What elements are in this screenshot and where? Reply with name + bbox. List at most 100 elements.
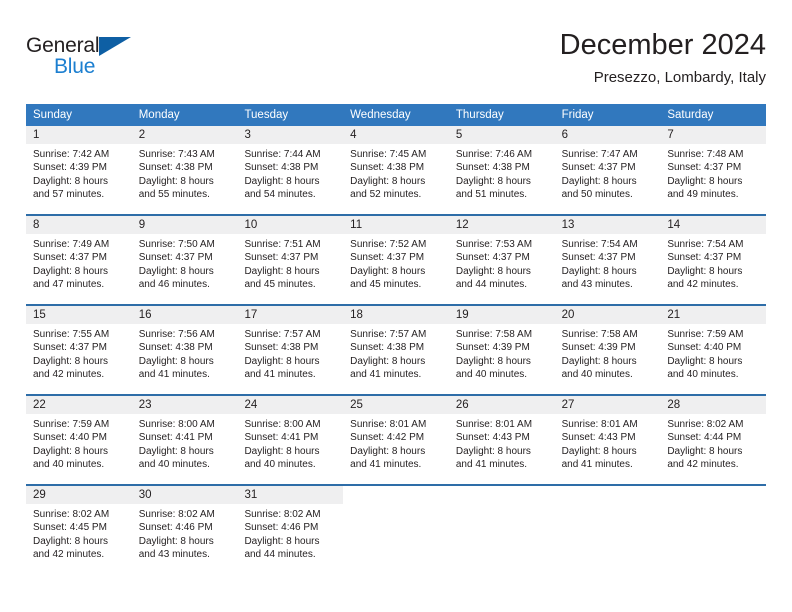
day-cell[interactable]: 7 Sunrise: 7:48 AM Sunset: 4:37 PM Dayli…	[660, 126, 767, 214]
day-number: 21	[660, 306, 767, 324]
day-cell[interactable]: 11 Sunrise: 7:52 AM Sunset: 4:37 PM Dayl…	[343, 216, 449, 304]
day-cell[interactable]: 1 Sunrise: 7:42 AM Sunset: 4:39 PM Dayli…	[26, 126, 132, 214]
day-cell[interactable]: 2 Sunrise: 7:43 AM Sunset: 4:38 PM Dayli…	[131, 126, 238, 214]
sunset-text: Sunset: 4:39 PM	[455, 342, 530, 354]
day-cell[interactable]: 28 Sunrise: 8:02 AM Sunset: 4:44 PM Dayl…	[660, 396, 767, 484]
sunset-text: Sunset: 4:37 PM	[667, 162, 742, 174]
daylight-text-line2: and 41 minutes.	[244, 369, 316, 381]
sunrise-text: Sunrise: 7:57 AM	[244, 329, 321, 340]
day-number: 18	[343, 306, 449, 324]
day-details: Sunrise: 7:46 AM Sunset: 4:38 PM Dayligh…	[449, 144, 555, 202]
sunrise-text: Sunrise: 8:00 AM	[138, 419, 215, 430]
day-cell[interactable]: 25 Sunrise: 8:01 AM Sunset: 4:42 PM Dayl…	[343, 396, 449, 484]
day-cell[interactable]: 5 Sunrise: 7:46 AM Sunset: 4:38 PM Dayli…	[448, 126, 555, 214]
sunset-text: Sunset: 4:39 PM	[33, 162, 107, 174]
week-row: 1 Sunrise: 7:42 AM Sunset: 4:39 PM Dayli…	[26, 126, 767, 214]
sunrise-text: Sunrise: 7:55 AM	[33, 329, 110, 340]
day-number: 19	[448, 306, 555, 324]
sunset-text: Sunset: 4:37 PM	[561, 162, 636, 174]
day-number: 10	[237, 216, 344, 234]
sunset-text: Sunset: 4:37 PM	[33, 252, 107, 264]
daylight-text-line2: and 57 minutes.	[33, 189, 105, 201]
day-cell[interactable]: 6 Sunrise: 7:47 AM Sunset: 4:37 PM Dayli…	[554, 126, 661, 214]
day-cell[interactable]: 30 Sunrise: 8:02 AM Sunset: 4:46 PM Dayl…	[131, 486, 238, 574]
daylight-text-line2: and 43 minutes.	[138, 549, 210, 561]
daylight-text-line1: Daylight: 8 hours	[244, 175, 320, 187]
day-cell[interactable]: 23 Sunrise: 8:00 AM Sunset: 4:41 PM Dayl…	[131, 396, 238, 484]
day-cell-empty	[554, 486, 661, 574]
day-cell[interactable]: 15 Sunrise: 7:55 AM Sunset: 4:37 PM Dayl…	[26, 306, 132, 394]
weekday-header-monday: Monday	[138, 109, 180, 121]
general-blue-logo[interactable]: General Blue	[26, 28, 146, 90]
day-cell[interactable]: 12 Sunrise: 7:53 AM Sunset: 4:37 PM Dayl…	[448, 216, 555, 304]
daylight-text-line2: and 42 minutes.	[667, 279, 739, 291]
sunset-text: Sunset: 4:37 PM	[667, 252, 742, 264]
page-subtitle: Presezzo, Lombardy, Italy	[593, 69, 766, 86]
sunset-text: Sunset: 4:43 PM	[455, 432, 530, 444]
triangle-flag-icon	[99, 37, 131, 56]
daylight-text-line1: Daylight: 8 hours	[138, 355, 214, 367]
sunrise-text: Sunrise: 7:49 AM	[33, 239, 110, 250]
day-cell[interactable]: 18 Sunrise: 7:57 AM Sunset: 4:38 PM Dayl…	[343, 306, 449, 394]
day-cell[interactable]: 9 Sunrise: 7:50 AM Sunset: 4:37 PM Dayli…	[131, 216, 238, 304]
daylight-text-line1: Daylight: 8 hours	[455, 355, 531, 367]
day-cell[interactable]: 22 Sunrise: 7:59 AM Sunset: 4:40 PM Dayl…	[26, 396, 132, 484]
sunrise-text: Sunrise: 7:42 AM	[33, 149, 110, 160]
sunset-text: Sunset: 4:37 PM	[244, 252, 319, 264]
day-cell[interactable]: 27 Sunrise: 8:01 AM Sunset: 4:43 PM Dayl…	[554, 396, 661, 484]
day-cell[interactable]: 14 Sunrise: 7:54 AM Sunset: 4:37 PM Dayl…	[660, 216, 767, 304]
calendar-grid: Sunday Monday Tuesday Wednesday Thursday…	[26, 104, 767, 574]
day-cell[interactable]: 10 Sunrise: 7:51 AM Sunset: 4:37 PM Dayl…	[237, 216, 344, 304]
daylight-text-line1: Daylight: 8 hours	[350, 445, 426, 457]
sunrise-text: Sunrise: 7:43 AM	[138, 149, 215, 160]
day-cell[interactable]: 21 Sunrise: 7:59 AM Sunset: 4:40 PM Dayl…	[660, 306, 767, 394]
daylight-text-line2: and 45 minutes.	[350, 279, 422, 291]
day-cell[interactable]: 24 Sunrise: 8:00 AM Sunset: 4:41 PM Dayl…	[237, 396, 344, 484]
day-cell[interactable]: 19 Sunrise: 7:58 AM Sunset: 4:39 PM Dayl…	[448, 306, 555, 394]
day-number: 7	[660, 126, 767, 144]
day-cell[interactable]: 4 Sunrise: 7:45 AM Sunset: 4:38 PM Dayli…	[343, 126, 449, 214]
day-cell[interactable]: 13 Sunrise: 7:54 AM Sunset: 4:37 PM Dayl…	[554, 216, 661, 304]
daylight-text-line2: and 41 minutes.	[561, 459, 633, 471]
daylight-text-line2: and 55 minutes.	[138, 189, 210, 201]
daylight-text-line1: Daylight: 8 hours	[667, 355, 743, 367]
daylight-text-line1: Daylight: 8 hours	[455, 445, 531, 457]
calendar-page: General Blue December 2024 Presezzo, Lom…	[0, 0, 792, 612]
day-cell[interactable]: 3 Sunrise: 7:44 AM Sunset: 4:38 PM Dayli…	[237, 126, 344, 214]
day-details: Sunrise: 7:51 AM Sunset: 4:37 PM Dayligh…	[237, 234, 343, 292]
day-number: 31	[237, 486, 344, 504]
day-cell[interactable]: 17 Sunrise: 7:57 AM Sunset: 4:38 PM Dayl…	[237, 306, 344, 394]
day-cell-empty	[660, 486, 767, 574]
sunset-text: Sunset: 4:39 PM	[561, 342, 636, 354]
week-row: 15 Sunrise: 7:55 AM Sunset: 4:37 PM Dayl…	[26, 304, 767, 394]
sunset-text: Sunset: 4:38 PM	[244, 162, 319, 174]
daylight-text-line1: Daylight: 8 hours	[33, 445, 109, 457]
weekday-header-row: Sunday Monday Tuesday Wednesday Thursday…	[26, 104, 766, 126]
daylight-text-line1: Daylight: 8 hours	[561, 355, 637, 367]
day-number: 16	[131, 306, 238, 324]
daylight-text-line2: and 49 minutes.	[667, 189, 739, 201]
sunset-text: Sunset: 4:37 PM	[561, 252, 636, 264]
day-cell[interactable]: 16 Sunrise: 7:56 AM Sunset: 4:38 PM Dayl…	[131, 306, 238, 394]
day-cell[interactable]: 26 Sunrise: 8:01 AM Sunset: 4:43 PM Dayl…	[448, 396, 555, 484]
day-details: Sunrise: 8:02 AM Sunset: 4:44 PM Dayligh…	[660, 414, 766, 472]
sunset-text: Sunset: 4:37 PM	[33, 342, 107, 354]
day-cell[interactable]: 31 Sunrise: 8:02 AM Sunset: 4:46 PM Dayl…	[237, 486, 344, 574]
day-number	[448, 486, 555, 504]
daylight-text-line2: and 46 minutes.	[138, 279, 210, 291]
daylight-text-line1: Daylight: 8 hours	[244, 535, 320, 547]
day-cell[interactable]: 8 Sunrise: 7:49 AM Sunset: 4:37 PM Dayli…	[26, 216, 132, 304]
daylight-text-line1: Daylight: 8 hours	[455, 175, 531, 187]
day-number: 13	[554, 216, 661, 234]
sunrise-text: Sunrise: 7:48 AM	[667, 149, 744, 160]
day-cell[interactable]: 29 Sunrise: 8:02 AM Sunset: 4:45 PM Dayl…	[26, 486, 132, 574]
sunrise-text: Sunrise: 7:44 AM	[244, 149, 321, 160]
daylight-text-line1: Daylight: 8 hours	[350, 175, 426, 187]
day-cell[interactable]: 20 Sunrise: 7:58 AM Sunset: 4:39 PM Dayl…	[554, 306, 661, 394]
sunset-text: Sunset: 4:38 PM	[350, 162, 425, 174]
daylight-text-line1: Daylight: 8 hours	[138, 535, 214, 547]
day-details: Sunrise: 7:48 AM Sunset: 4:37 PM Dayligh…	[660, 144, 766, 202]
day-details: Sunrise: 8:01 AM Sunset: 4:43 PM Dayligh…	[449, 414, 555, 472]
weekday-header-sunday: Sunday	[33, 109, 73, 121]
sunrise-text: Sunrise: 8:01 AM	[350, 419, 427, 430]
